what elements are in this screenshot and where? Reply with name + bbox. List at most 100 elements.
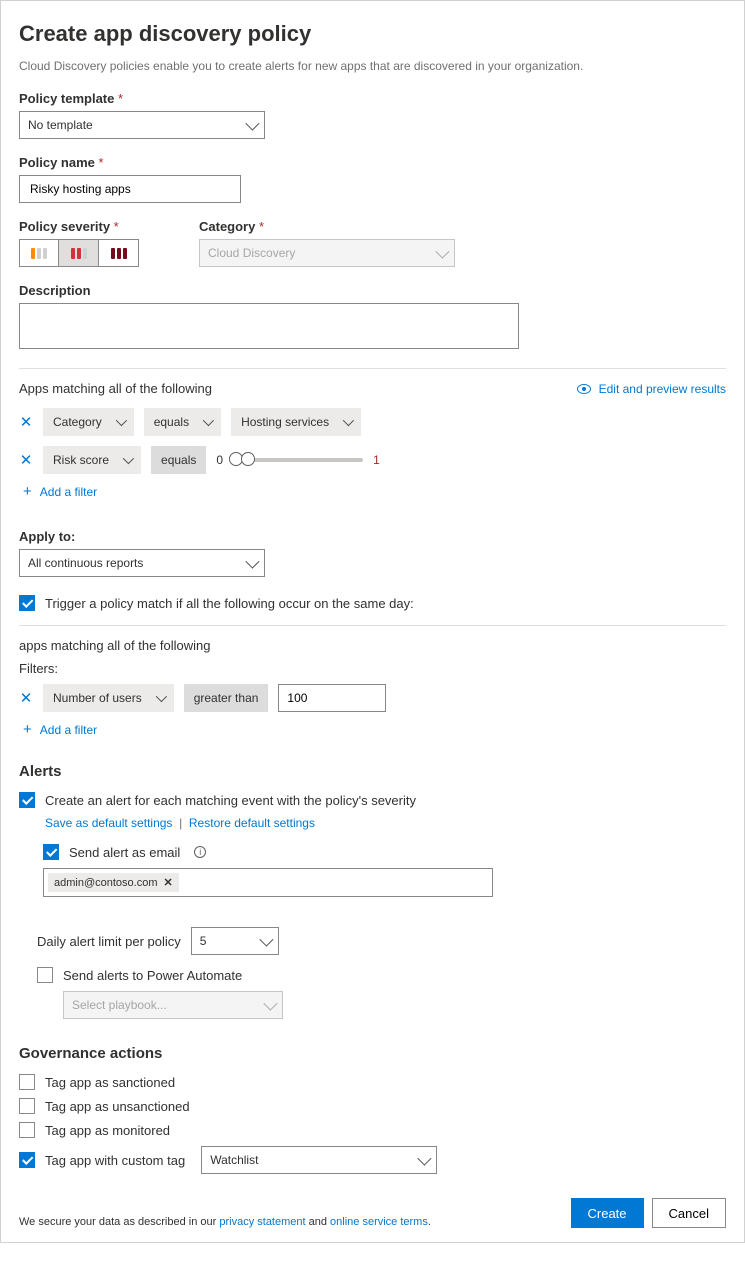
- create-alert-label: Create an alert for each matching event …: [45, 793, 416, 808]
- tag-unsanctioned-label: Tag app as unsanctioned: [45, 1099, 190, 1114]
- tag-custom-label: Tag app with custom tag: [45, 1153, 185, 1168]
- daily-limit-select[interactable]: 5: [191, 927, 279, 955]
- filter-op-label[interactable]: greater than: [184, 684, 269, 712]
- chevron-down-icon: [343, 415, 354, 426]
- create-alert-checkbox[interactable]: [19, 792, 35, 808]
- footer-text: We secure your data as described in our …: [19, 1216, 431, 1228]
- filter-field-value: Category: [53, 415, 102, 429]
- separator: |: [176, 816, 189, 830]
- policy-name-label: Policy name: [19, 155, 726, 170]
- severity-bar-icon: [77, 248, 81, 259]
- divider: [19, 625, 726, 626]
- remove-filter-icon[interactable]: ✕: [19, 451, 33, 469]
- filter-row: ✕ Number of users greater than: [19, 684, 726, 712]
- filter-op-value: equals: [154, 415, 189, 429]
- slider-thumb-max[interactable]: [241, 452, 255, 466]
- filter-op-value: equals: [161, 453, 196, 467]
- terms-link[interactable]: online service terms: [330, 1216, 428, 1228]
- email-chip-value: admin@contoso.com: [54, 877, 158, 889]
- alerts-section-title: Alerts: [19, 763, 726, 780]
- plus-icon: +: [23, 484, 32, 499]
- cancel-button[interactable]: Cancel: [652, 1198, 726, 1228]
- severity-bar-icon: [31, 248, 35, 259]
- severity-low-button[interactable]: [19, 239, 59, 267]
- remove-email-icon[interactable]: ✕: [164, 876, 173, 889]
- info-icon[interactable]: i: [194, 846, 206, 858]
- page-subtitle: Cloud Discovery policies enable you to c…: [19, 59, 726, 73]
- filter-field-value: Risk score: [53, 453, 109, 467]
- severity-bar-icon: [83, 248, 87, 259]
- tag-sanctioned-checkbox[interactable]: [19, 1074, 35, 1090]
- filter-value-input[interactable]: [278, 684, 386, 712]
- custom-tag-value: Watchlist: [210, 1153, 258, 1167]
- category-select: Cloud Discovery: [199, 239, 455, 267]
- trigger-checkbox[interactable]: [19, 595, 35, 611]
- filter-value-select[interactable]: Hosting services: [231, 408, 361, 436]
- restore-defaults-link[interactable]: Restore default settings: [189, 816, 315, 830]
- power-automate-label: Send alerts to Power Automate: [63, 968, 242, 983]
- severity-high-button[interactable]: [99, 239, 139, 267]
- trigger-label: Trigger a policy match if all the follow…: [45, 596, 414, 611]
- policy-template-select[interactable]: No template: [19, 111, 265, 139]
- apply-to-select[interactable]: All continuous reports: [19, 549, 265, 577]
- slider-track[interactable]: [233, 458, 363, 462]
- chevron-down-icon: [115, 415, 126, 426]
- severity-medium-button[interactable]: [59, 239, 99, 267]
- filter-field-select[interactable]: Category: [43, 408, 134, 436]
- create-button[interactable]: Create: [571, 1198, 644, 1228]
- edit-preview-link[interactable]: Edit and preview results: [577, 382, 726, 396]
- add-filter-label: Add a filter: [40, 723, 97, 737]
- severity-bar-icon: [71, 248, 75, 259]
- filter-op-label[interactable]: equals: [151, 446, 206, 474]
- divider: [19, 368, 726, 369]
- policy-severity-label: Policy severity: [19, 219, 139, 234]
- footer-mid: and: [306, 1216, 330, 1228]
- save-defaults-link[interactable]: Save as default settings: [45, 816, 172, 830]
- policy-template-value: No template: [28, 118, 93, 132]
- severity-bar-icon: [111, 248, 115, 259]
- add-filter-label: Add a filter: [40, 485, 97, 499]
- daily-limit-label: Daily alert limit per policy: [37, 934, 181, 949]
- privacy-link[interactable]: privacy statement: [219, 1216, 305, 1228]
- playbook-placeholder: Select playbook...: [72, 998, 167, 1012]
- add-filter-button[interactable]: + Add a filter: [23, 722, 726, 737]
- footer-prefix: We secure your data as described in our: [19, 1216, 219, 1228]
- remove-filter-icon[interactable]: ✕: [19, 689, 33, 707]
- category-label: Category: [199, 219, 455, 234]
- power-automate-checkbox[interactable]: [37, 967, 53, 983]
- filter-row: ✕ Risk score equals 0 1: [19, 446, 726, 474]
- apply-to-value: All continuous reports: [28, 556, 143, 570]
- matching2-title: apps matching all of the following: [19, 638, 726, 653]
- risk-score-slider[interactable]: 0 1: [216, 453, 379, 467]
- daily-limit-value: 5: [200, 934, 207, 948]
- filter-row: ✕ Category equals Hosting services: [19, 408, 726, 436]
- chevron-down-icon: [245, 555, 259, 569]
- chevron-down-icon: [418, 1152, 432, 1166]
- chevron-down-icon: [203, 415, 214, 426]
- description-textarea[interactable]: [19, 303, 519, 349]
- custom-tag-select[interactable]: Watchlist: [201, 1146, 437, 1174]
- edit-preview-text: Edit and preview results: [599, 382, 726, 396]
- page-title: Create app discovery policy: [19, 21, 726, 47]
- filter-field-select[interactable]: Number of users: [43, 684, 174, 712]
- email-recipients-input[interactable]: admin@contoso.com ✕: [43, 868, 493, 897]
- send-email-label: Send alert as email: [69, 845, 180, 860]
- send-email-checkbox[interactable]: [43, 844, 59, 860]
- filter-op-select[interactable]: equals: [144, 408, 221, 436]
- chevron-down-icon: [245, 117, 259, 131]
- severity-bar-icon: [43, 248, 47, 259]
- tag-custom-checkbox[interactable]: [19, 1152, 35, 1168]
- slider-min: 0: [216, 453, 223, 467]
- policy-name-input[interactable]: [19, 175, 241, 203]
- governance-section-title: Governance actions: [19, 1045, 726, 1062]
- add-filter-button[interactable]: + Add a filter: [23, 484, 726, 499]
- tag-sanctioned-label: Tag app as sanctioned: [45, 1075, 175, 1090]
- remove-filter-icon[interactable]: ✕: [19, 413, 33, 431]
- policy-name-field[interactable]: [28, 181, 232, 197]
- severity-bar-icon: [117, 248, 121, 259]
- tag-monitored-checkbox[interactable]: [19, 1122, 35, 1138]
- chevron-down-icon: [435, 245, 449, 259]
- filter-field-select[interactable]: Risk score: [43, 446, 141, 474]
- tag-unsanctioned-checkbox[interactable]: [19, 1098, 35, 1114]
- plus-icon: +: [23, 722, 32, 737]
